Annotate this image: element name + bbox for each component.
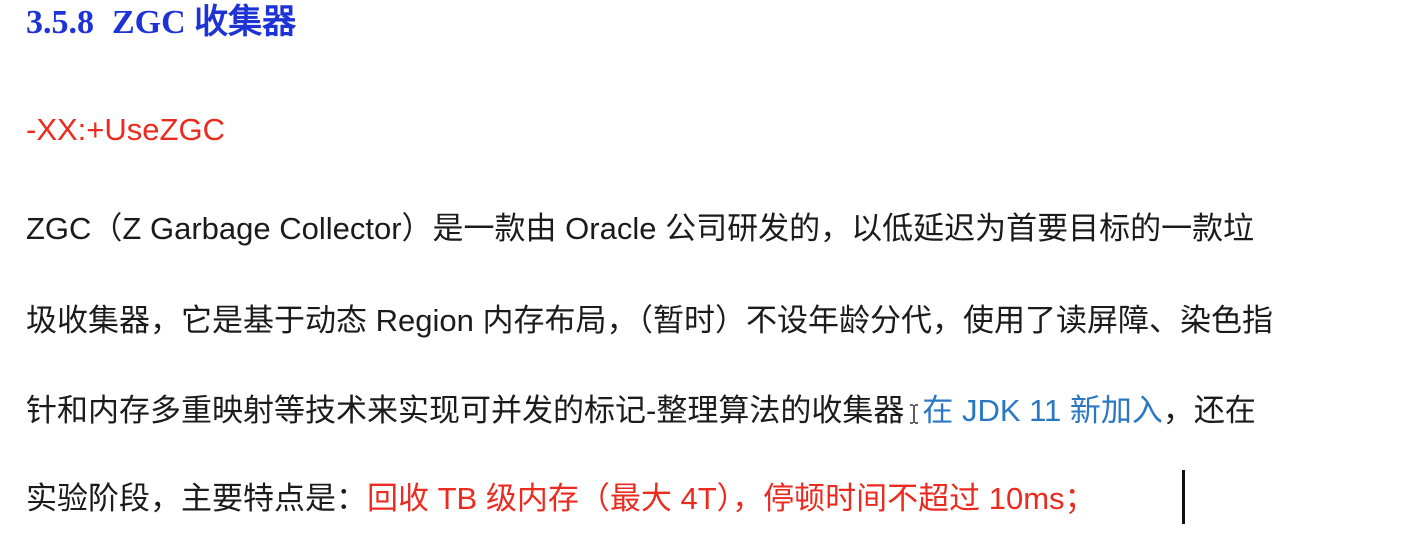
- paragraph-line-2: 圾收集器，它是基于动态 Region 内存布局，（暂时）不设年龄分代，使用了读屏…: [26, 303, 1273, 338]
- text-cursor-ibeam-icon: [906, 398, 922, 428]
- section-title: ZGC 收集器: [112, 4, 297, 41]
- paragraph-line-4-text: 实验阶段，主要特点是：: [26, 481, 367, 516]
- jdk-version-note: 在 JDK 11 新加入: [922, 393, 1163, 428]
- paragraph-line-3-tail: ，还在: [1162, 393, 1256, 428]
- jvm-flag: -XX:+UseZGC: [26, 112, 225, 147]
- text-insertion-caret: [1182, 470, 1185, 524]
- paragraph-line-1: ZGC（Z Garbage Collector）是一款由 Oracle 公司研发…: [26, 211, 1255, 246]
- paragraph-line-3-text: 针和内存多重映射等技术来实现可并发的标记-整理算法的收集器: [26, 393, 905, 428]
- paragraph-line-4: 实验阶段，主要特点是：回收 TB 级内存（最大 4T），停顿时间不超过 10ms…: [26, 474, 1096, 524]
- section-number: 3.5.8: [26, 4, 94, 41]
- section-heading: 3.5.8 ZGC 收集器: [26, 0, 296, 46]
- document-page: 3.5.8 ZGC 收集器 -XX:+UseZGC ZGC（Z Garbage C…: [0, 0, 1407, 536]
- paragraph-line-3: 针和内存多重映射等技术来实现可并发的标记-整理算法的收集器在 JDK 11 新加…: [26, 386, 1256, 436]
- key-features-highlight: 回收 TB 级内存（最大 4T），停顿时间不超过 10ms；: [367, 481, 1096, 516]
